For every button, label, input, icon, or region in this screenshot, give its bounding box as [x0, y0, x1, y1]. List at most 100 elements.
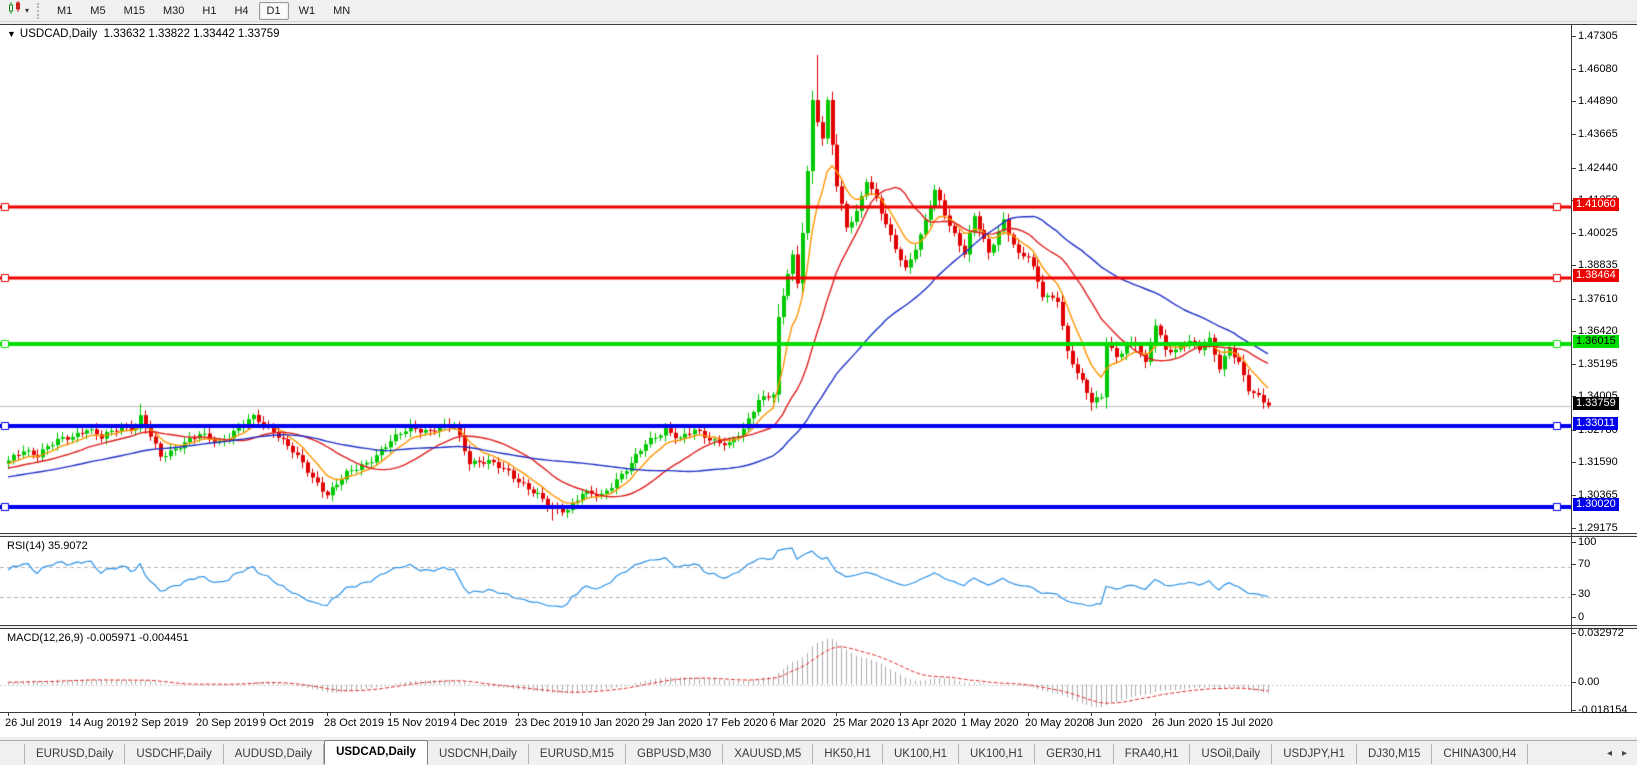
price-tick-mark — [1572, 101, 1576, 103]
rsi-canvas[interactable] — [0, 538, 1571, 626]
chart-tab-uk100-h1[interactable]: UK100,H1 — [959, 744, 1036, 764]
rsi-panel: RSI(14) 35.9072 — [0, 536, 1637, 626]
macd-current-values: -0.005971 -0.004451 — [86, 632, 189, 644]
chart-tab-xauusd-m5[interactable]: XAUUSD,M5 — [723, 744, 814, 764]
date-label: 25 Mar 2020 — [833, 717, 895, 729]
timeframe-button-h1[interactable]: H1 — [194, 2, 224, 20]
date-label: 1 May 2020 — [961, 717, 1019, 729]
chart-symbol-period: USDCAD,Daily — [19, 28, 98, 40]
chart-tab-audusd-daily[interactable]: AUDUSD,Daily — [224, 744, 325, 764]
price-tick-label: 1.37610 — [1578, 292, 1618, 305]
date-tick-mark — [773, 713, 774, 716]
timeframe-button-m5[interactable]: M5 — [82, 2, 113, 20]
date-tick-mark — [1028, 713, 1029, 716]
price-tick-label: 1.29175 — [1578, 521, 1618, 534]
date-tick-mark — [263, 713, 264, 716]
date-tick-mark — [518, 713, 519, 716]
date-tick-mark — [199, 713, 200, 716]
date-axis: 26 Jul 2019 14 Aug 2019 2 Sep 2019 20 Sep 2… — [0, 713, 1637, 737]
macd-canvas[interactable] — [0, 630, 1571, 713]
date-tick-mark — [72, 713, 73, 716]
chart-tab-gbpusd-m30[interactable]: GBPUSD,M30 — [626, 744, 724, 764]
chart-tab-usoil-daily[interactable]: USOil,Daily — [1190, 744, 1273, 764]
price-tick-label: 1.43665 — [1578, 128, 1618, 141]
date-label: 15 Nov 2019 — [387, 717, 450, 729]
date-label: 26 Jul 2019 — [5, 717, 62, 729]
collapse-triangle-icon: ▼ — [7, 29, 16, 39]
chart-ohlc-values: 1.33632 1.33822 1.33442 1.33759 — [103, 28, 280, 40]
macd-label: MACD(12,26,9) -0.005971 -0.004451 — [7, 632, 189, 644]
mt4-window: { "toolbar": { "chart_icon": "candlestic… — [0, 0, 1637, 765]
price-tick-mark — [1572, 35, 1576, 37]
candlestick-chart-icon — [7, 1, 23, 20]
date-label: 8 Jun 2020 — [1088, 717, 1143, 729]
tab-scroll-left-icon[interactable]: ◂ — [1607, 748, 1612, 759]
date-tick-mark — [645, 713, 646, 716]
main-chart-canvas[interactable] — [0, 26, 1571, 534]
timeframe-button-m30[interactable]: M30 — [155, 2, 192, 20]
date-tick-mark — [1155, 713, 1156, 716]
chart-tab-eurusd-daily[interactable]: EURUSD,Daily — [24, 744, 126, 764]
rsi-current-value: 35.9072 — [47, 540, 88, 552]
timeframe-button-mn[interactable]: MN — [325, 2, 358, 20]
timeframe-button-m15[interactable]: M15 — [116, 2, 153, 20]
price-tick-mark — [1572, 233, 1576, 235]
date-label: 10 Jan 2020 — [579, 717, 640, 729]
timeframe-button-d1[interactable]: D1 — [258, 1, 289, 20]
price-tick-mark — [1572, 265, 1576, 267]
price-tick-label: 1.42440 — [1578, 161, 1618, 174]
chart-tab-china300-h4[interactable]: CHINA300,H4 — [1432, 744, 1529, 764]
date-label: 20 Sep 2019 — [196, 717, 259, 729]
chart-tab-eurusd-m15[interactable]: EURUSD,M15 — [529, 744, 627, 764]
rsi-tick-label: 0 — [1578, 610, 1585, 623]
price-line-label: 1.33011 — [1573, 416, 1618, 430]
date-tick-mark — [135, 713, 136, 716]
timeframe-button-m1[interactable]: M1 — [49, 2, 80, 20]
date-tick-mark — [327, 713, 328, 716]
chart-tab-ger30-h1[interactable]: GER30,H1 — [1035, 744, 1114, 764]
chart-tab-usdcad-daily[interactable]: USDCAD,Daily — [324, 740, 428, 765]
main-chart-panel: ▼ USDCAD,Daily 1.33632 1.33822 1.33442 1.… — [0, 24, 1637, 534]
price-tick-mark — [1572, 461, 1576, 463]
chart-tab-fra40-h1[interactable]: FRA40,H1 — [1114, 744, 1191, 764]
timeframe-button-w1[interactable]: W1 — [291, 2, 324, 20]
tab-scroll-right-icon[interactable]: ▸ — [1622, 748, 1627, 759]
chart-tab-usdjpy-h1[interactable]: USDJPY,H1 — [1272, 744, 1357, 764]
chart-type-button[interactable]: ▾ — [3, 0, 33, 22]
chart-title: ▼ USDCAD,Daily 1.33632 1.33822 1.33442 1.… — [7, 28, 280, 40]
rsi-tick-mark — [1572, 541, 1576, 543]
date-label: 4 Dec 2019 — [451, 717, 508, 729]
chart-tab-dj30-m15[interactable]: DJ30,M15 — [1357, 744, 1433, 764]
price-tick-mark — [1572, 527, 1576, 529]
chart-tab-usdcnh-daily[interactable]: USDCNH,Daily — [428, 744, 529, 764]
price-tick-label: 1.44890 — [1578, 95, 1618, 108]
date-tick-mark — [709, 713, 710, 716]
price-tick-label: 1.46080 — [1578, 62, 1618, 75]
toolbar-grip[interactable] — [37, 2, 42, 19]
price-tick-label: 1.40025 — [1578, 227, 1618, 240]
timeframe-buttons: M1 M5 M15 M30 H1 H4 D1 W1 MN — [48, 1, 359, 20]
macd-tick-label: 0.00 — [1578, 676, 1600, 689]
price-tick-mark — [1572, 495, 1576, 497]
chart-tab-uk100-h1[interactable]: UK100,H1 — [883, 744, 960, 764]
chart-tab-bar: EURUSD,Daily USDCHF,Daily AUDUSD,Daily USDC… — [0, 740, 1637, 765]
price-tick-mark — [1572, 68, 1576, 70]
date-tick-mark — [964, 713, 965, 716]
date-tick-mark — [8, 713, 9, 716]
chart-tab-usdchf-daily[interactable]: USDCHF,Daily — [125, 744, 224, 764]
macd-tick-label: -0.018154 — [1578, 703, 1628, 716]
date-tick-mark — [582, 713, 583, 716]
date-tick-mark — [836, 713, 837, 716]
timeframe-button-h4[interactable]: H4 — [226, 2, 256, 20]
macd-tick-mark — [1572, 709, 1576, 711]
price-line-label: 1.41060 — [1573, 198, 1619, 212]
macd-panel: MACD(12,26,9) -0.005971 -0.004451 — [0, 628, 1637, 713]
price-line-label: 1.38464 — [1573, 268, 1619, 282]
date-tick-mark — [1091, 713, 1092, 716]
price-tick-mark — [1572, 134, 1576, 136]
macd-tick-label: 0.032972 — [1578, 626, 1624, 639]
rsi-tick-label: 70 — [1578, 558, 1591, 570]
date-tick-mark — [390, 713, 391, 716]
chart-tab-hk50-h1[interactable]: HK50,H1 — [813, 744, 883, 764]
price-tick-label: 1.35195 — [1578, 358, 1618, 371]
